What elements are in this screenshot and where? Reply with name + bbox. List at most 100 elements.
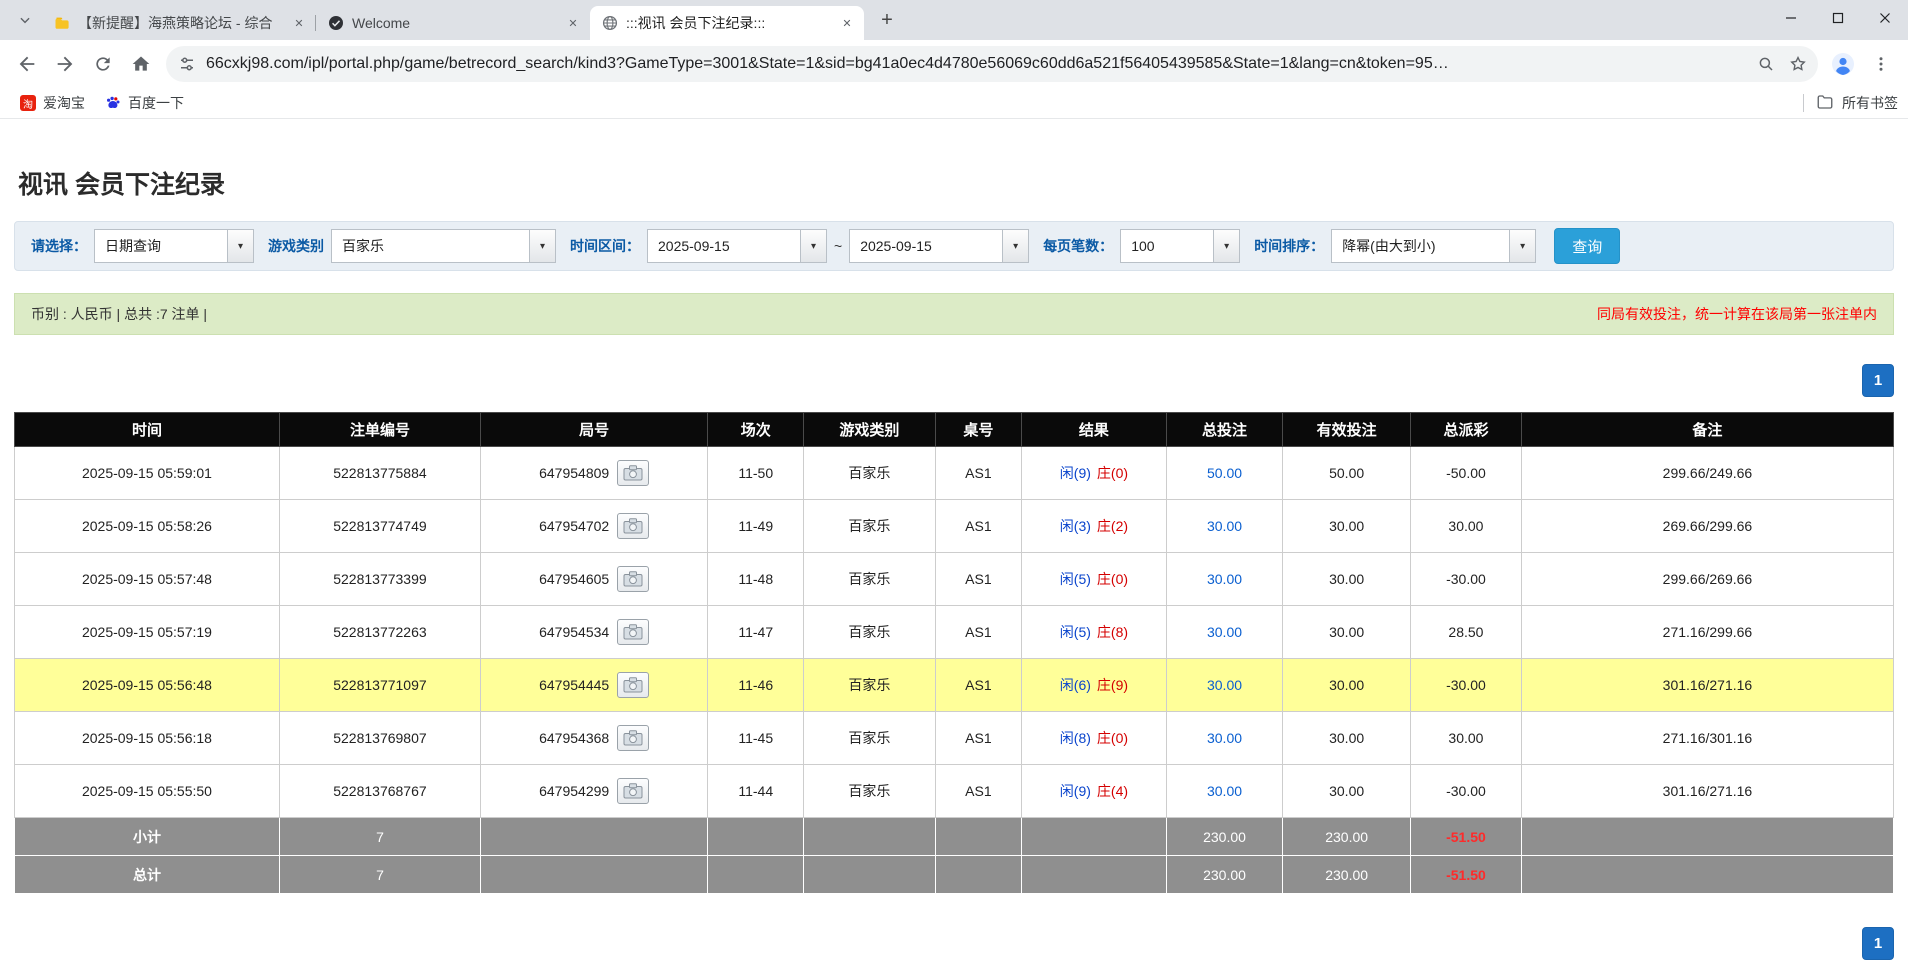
subtotal-row-cell	[708, 818, 804, 856]
total-bet-link[interactable]: 30.00	[1207, 677, 1242, 693]
total-bet-link[interactable]: 30.00	[1207, 624, 1242, 640]
table-row: 2025-09-15 05:57:48522813773399647954605…	[15, 553, 1894, 606]
summary-bar: 币别 : 人民币 | 总共 :7 注单 | 同局有效投注，统一计算在该局第一张注…	[14, 293, 1894, 335]
all-bookmarks-button[interactable]: 所有书签	[1842, 93, 1898, 113]
round-wrap: 647954299	[539, 778, 649, 804]
menu-icon[interactable]	[1862, 45, 1900, 83]
cell-valid-bet: 30.00	[1283, 606, 1411, 659]
round-image-button[interactable]	[617, 725, 649, 751]
date-from-dropdown[interactable]: 2025-09-15 ▾	[647, 229, 827, 263]
cell-bet-id: 522813774749	[279, 500, 480, 553]
chevron-down-icon	[18, 13, 32, 27]
search-button[interactable]: 查询	[1554, 228, 1620, 264]
zoom-icon[interactable]	[1750, 48, 1782, 80]
table-row: 2025-09-15 05:57:19522813772263647954534…	[15, 606, 1894, 659]
forward-button[interactable]	[46, 45, 84, 83]
cell-round: 647954809	[480, 447, 707, 500]
total-bet-link[interactable]: 30.00	[1207, 730, 1242, 746]
total-bet-link[interactable]: 30.00	[1207, 518, 1242, 534]
cell-note: 301.16/271.16	[1521, 659, 1893, 712]
tab-title: :::视讯 会员下注纪录:::	[626, 13, 830, 33]
chevron-down-icon[interactable]: ▾	[529, 230, 555, 262]
total-row-cell	[804, 856, 936, 894]
total-bet-link[interactable]: 30.00	[1207, 571, 1242, 587]
cell-game-type: 百家乐	[804, 712, 936, 765]
cell-bet-id: 522813775884	[279, 447, 480, 500]
cell-payout: -30.00	[1411, 765, 1522, 818]
total-row-cell	[935, 856, 1021, 894]
chevron-down-icon[interactable]: ▾	[800, 230, 826, 262]
divider	[1803, 94, 1804, 112]
url-field[interactable]: 66cxkj98.com/ipl/portal.php/game/betreco…	[166, 46, 1818, 82]
chevron-down-icon[interactable]: ▾	[1002, 230, 1028, 262]
cell-payout: 30.00	[1411, 500, 1522, 553]
home-button[interactable]	[122, 45, 160, 83]
tab-close-icon[interactable]: ✕	[564, 14, 582, 32]
round-image-button[interactable]	[617, 566, 649, 592]
page-1-button[interactable]: 1	[1862, 927, 1894, 960]
bookmark-item[interactable]: 百度一下	[95, 90, 194, 116]
camera-icon	[623, 783, 643, 799]
summary-currency-total: 币别 : 人民币 | 总共 :7 注单 |	[31, 304, 207, 324]
page-size-dropdown[interactable]: 100 ▾	[1120, 229, 1240, 263]
cell-note: 299.66/269.66	[1521, 553, 1893, 606]
site-settings-icon[interactable]	[178, 48, 206, 80]
tab-close-icon[interactable]: ✕	[290, 14, 308, 32]
cell-time: 2025-09-15 05:59:01	[15, 447, 280, 500]
chevron-down-icon[interactable]: ▾	[1509, 230, 1535, 262]
sort-order-dropdown[interactable]: 降幂(由大到小) ▾	[1331, 229, 1536, 263]
game-type-dropdown[interactable]: 百家乐 ▾	[331, 229, 556, 263]
cell-game-type: 百家乐	[804, 765, 936, 818]
back-button[interactable]	[8, 45, 46, 83]
reload-button[interactable]	[84, 45, 122, 83]
total-bet-link[interactable]: 50.00	[1207, 465, 1242, 481]
chevron-down-icon[interactable]: ▾	[1213, 230, 1239, 262]
round-image-button[interactable]	[617, 778, 649, 804]
url-text[interactable]: 66cxkj98.com/ipl/portal.php/game/betreco…	[206, 55, 1750, 73]
round-image-button[interactable]	[617, 513, 649, 539]
browser-tab[interactable]: Welcome✕	[316, 6, 590, 40]
cell-total-bet: 50.00	[1166, 447, 1282, 500]
browser-tab[interactable]: :::视讯 会员下注纪录:::✕	[590, 6, 864, 40]
address-bar: 66cxkj98.com/ipl/portal.php/game/betreco…	[0, 40, 1908, 88]
tab-title: 【新提醒】海燕策略论坛 - 综合	[78, 13, 282, 33]
round-number: 647954534	[539, 624, 609, 640]
query-type-dropdown[interactable]: 日期查询 ▾	[94, 229, 254, 263]
browser-chrome: 【新提醒】海燕策略论坛 - 综合✕Welcome✕:::视讯 会员下注纪录:::…	[0, 0, 1908, 119]
total-bet-link[interactable]: 30.00	[1207, 783, 1242, 799]
table-header-row: 时间注单编号局号场次游戏类别桌号结果总投注有效投注总派彩备注	[15, 413, 1894, 447]
camera-icon	[623, 730, 643, 746]
bookmark-item[interactable]: 淘爱淘宝	[10, 90, 95, 116]
window-close-button[interactable]	[1861, 0, 1908, 36]
round-image-button[interactable]	[617, 672, 649, 698]
tab-strip: 【新提醒】海燕策略论坛 - 综合✕Welcome✕:::视讯 会员下注纪录:::…	[0, 0, 1908, 40]
date-from-value: 2025-09-15	[648, 230, 800, 262]
tab-search-button[interactable]	[10, 5, 40, 35]
page-1-button[interactable]: 1	[1862, 364, 1894, 397]
profile-avatar-icon[interactable]	[1824, 45, 1862, 83]
browser-tab[interactable]: 【新提醒】海燕策略论坛 - 综合 ✕	[42, 6, 316, 40]
new-tab-button[interactable]: +	[872, 5, 902, 35]
date-to-dropdown[interactable]: 2025-09-15 ▾	[849, 229, 1029, 263]
reload-icon	[93, 54, 113, 74]
total-row-cell: 230.00	[1166, 856, 1282, 894]
cell-table-no: AS1	[935, 553, 1021, 606]
minimize-button[interactable]	[1767, 0, 1814, 36]
round-image-button[interactable]	[617, 619, 649, 645]
round-image-button[interactable]	[617, 460, 649, 486]
camera-icon	[623, 571, 643, 587]
page-size-value: 100	[1121, 230, 1213, 262]
table-row: 2025-09-15 05:56:48522813771097647954445…	[15, 659, 1894, 712]
bookmark-star-icon[interactable]	[1782, 48, 1814, 80]
maximize-button[interactable]	[1814, 0, 1861, 36]
tab-close-icon[interactable]: ✕	[838, 14, 856, 32]
cell-note: 271.16/301.16	[1521, 712, 1893, 765]
total-row-cell	[1022, 856, 1167, 894]
round-wrap: 647954445	[539, 672, 649, 698]
query-type-value: 日期查询	[95, 230, 227, 262]
chevron-down-icon[interactable]: ▾	[227, 230, 253, 262]
cell-total-bet: 30.00	[1166, 606, 1282, 659]
home-icon	[131, 54, 151, 74]
cell-round: 647954445	[480, 659, 707, 712]
filter-label-date-range: 时间区间：	[570, 236, 640, 256]
